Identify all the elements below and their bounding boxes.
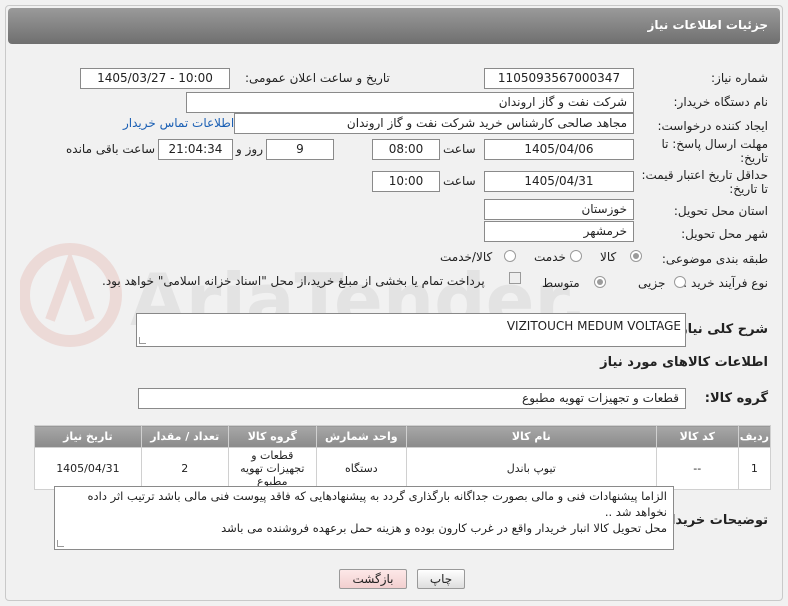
cell-unit: دستگاه	[315, 447, 407, 490]
col-header-unit: واحد شمارش	[315, 425, 407, 448]
city-field: خرمشهر	[484, 221, 634, 242]
col-header-code: کد کالا	[655, 425, 739, 448]
col-header-date: تاریخ نیاز	[34, 425, 142, 448]
resize-grip-icon[interactable]	[139, 337, 146, 344]
description-text: VIZITOUCH MEDUM VOLTAGE	[506, 319, 681, 333]
need-number-field: 1105093567000347	[484, 68, 634, 89]
reply-deadline-label: مهلت ارسال پاسخ: تا	[661, 137, 768, 151]
process-option-minor: جزیی	[638, 276, 666, 290]
goods-info-title: اطلاعات کالاهای مورد نیاز	[600, 355, 768, 370]
page-header: جزئیات اطلاعات نیاز	[8, 8, 780, 44]
province-label: استان محل تحویل:	[673, 204, 768, 218]
category-radio-service[interactable]	[570, 250, 582, 262]
cell-qty: 2	[140, 447, 229, 490]
reply-hour-label: ساعت	[443, 142, 476, 156]
price-time-field: 10:00	[372, 171, 440, 192]
buyer-org-label: نام دستگاه خریدار:	[673, 95, 769, 109]
category-label: طبقه بندی موضوعی:	[661, 252, 768, 266]
process-option-medium: متوسط	[542, 276, 580, 290]
reply-deadline-label-2: تاریخ:	[740, 151, 768, 165]
buyer-contact-link[interactable]: اطلاعات تماس خریدار	[123, 116, 234, 130]
buyer-notes-line-1: الزاما پیشنهادات فنی و مالی بصورت جداگان…	[87, 489, 667, 519]
process-label: نوع فرآیند خرید :	[683, 276, 768, 290]
goods-group-label: گروه کالا:	[704, 391, 768, 406]
payment-checkbox[interactable]	[509, 272, 521, 284]
price-date-field: 1405/04/31	[484, 171, 634, 192]
items-table: ردیف کد کالا نام کالا واحد شمارش گروه کا…	[34, 425, 772, 490]
days-field: 9	[266, 139, 334, 160]
price-deadline-label-2: تا تاریخ:	[729, 182, 768, 196]
resize-grip-icon[interactable]	[57, 540, 64, 547]
category-radio-both[interactable]	[504, 250, 516, 262]
price-hour-label: ساعت	[443, 174, 476, 188]
col-header-qty: تعداد / مقدار	[140, 425, 229, 448]
description-textarea[interactable]: VIZITOUCH MEDUM VOLTAGE	[136, 313, 686, 347]
buyer-org-field: شرکت نفت و گاز اروندان	[186, 92, 634, 113]
buyer-notes-label: توضیحات خریدار:	[658, 513, 768, 528]
description-label: شرح کلی نیاز:	[674, 322, 768, 337]
reply-time-field: 08:00	[372, 139, 440, 160]
remaining-time-field: 21:04:34	[158, 139, 233, 160]
col-header-name: نام کالا	[405, 425, 657, 448]
remaining-label: ساعت باقی مانده	[66, 142, 156, 156]
requester-label: ایجاد کننده درخواست:	[657, 119, 768, 133]
col-header-group: گروه کالا	[227, 425, 317, 448]
category-option-service: خدمت	[534, 250, 566, 264]
table-header-row: ردیف کد کالا نام کالا واحد شمارش گروه کا…	[34, 425, 772, 448]
requester-field: مجاهد صالحی کارشناس خرید شرکت نفت و گاز …	[234, 113, 634, 134]
goods-group-field: قطعات و تجهیزات تهویه مطبوع	[138, 388, 686, 409]
announce-label: تاریخ و ساعت اعلان عمومی:	[245, 71, 390, 85]
back-button[interactable]: بازگشت	[339, 569, 407, 589]
process-radio-medium[interactable]	[594, 276, 606, 288]
cell-code: --	[655, 447, 739, 490]
category-radio-goods[interactable]	[630, 250, 642, 262]
buyer-notes-line-2: محل تحویل کالا انبار خریدار واقع در غرب …	[221, 521, 667, 535]
print-button[interactable]: چاپ	[417, 569, 465, 589]
col-header-row: ردیف	[737, 425, 772, 448]
price-deadline-label: حداقل تاریخ اعتبار قیمت:	[641, 168, 768, 182]
cell-date: 1405/04/31	[34, 447, 142, 490]
table-row[interactable]: 1 -- تیوپ باندل دستگاه قطعات و تجهیزات ت…	[34, 447, 772, 490]
need-number-label: شماره نیاز:	[711, 71, 768, 85]
days-label: روز و	[236, 142, 263, 156]
buyer-notes-textarea[interactable]: الزاما پیشنهادات فنی و مالی بصورت جداگان…	[54, 486, 674, 550]
payment-note: پرداخت تمام یا بخشی از مبلغ خرید،از محل …	[102, 274, 485, 288]
city-label: شهر محل تحویل:	[681, 227, 768, 241]
announce-field: 1405/03/27 - 10:00	[80, 68, 230, 89]
cell-group: قطعات و تجهیزات تهویه مطبوع	[227, 447, 317, 490]
process-radio-minor[interactable]	[674, 276, 686, 288]
category-option-both: کالا/خدمت	[440, 250, 493, 264]
page-title: جزئیات اطلاعات نیاز	[647, 18, 768, 32]
cell-name: تیوپ باندل	[405, 447, 657, 490]
reply-date-field: 1405/04/06	[484, 139, 634, 160]
category-option-goods: کالا	[600, 250, 617, 264]
cell-row-number: 1	[737, 447, 772, 490]
province-field: خوزستان	[484, 199, 634, 220]
